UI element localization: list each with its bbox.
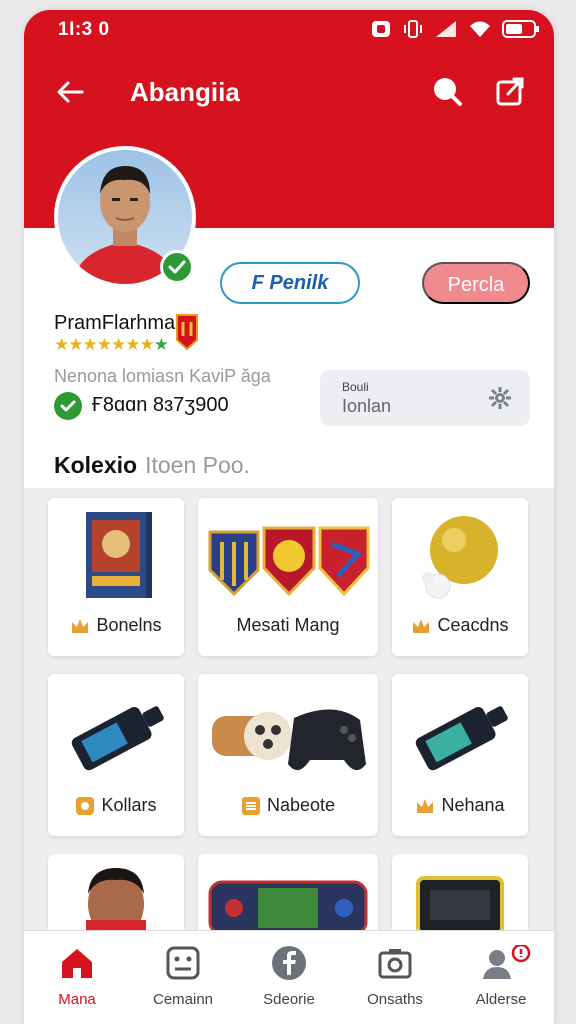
card-shields-image xyxy=(208,526,370,597)
rating-stars: ★★★★★★★★ xyxy=(54,335,169,354)
collection-card[interactable]: Kollars xyxy=(48,674,184,836)
nav-games[interactable]: Cemainn xyxy=(130,931,236,1024)
search-icon[interactable] xyxy=(430,74,464,108)
rank-badge-icon xyxy=(176,314,198,350)
facebook-icon xyxy=(272,946,306,980)
app-bar: Abangiia xyxy=(24,66,554,118)
share-icon[interactable] xyxy=(494,74,528,108)
collection-card[interactable]: Ceacdns xyxy=(392,498,528,656)
crown-icon xyxy=(413,619,430,634)
collection-card[interactable] xyxy=(198,854,378,934)
follow-button[interactable]: F Penilk xyxy=(220,262,360,304)
bottom-navigation: Mana Cemainn Sdeorie Onsaths Alderse xyxy=(24,930,554,1024)
collection-card[interactable] xyxy=(48,854,184,934)
coin-icon xyxy=(76,797,95,815)
search-label: Bouli xyxy=(342,380,369,394)
verified-badge-icon xyxy=(160,250,194,284)
phone-number: Ғ8ɑɑn 8ɜ7ʒ900 xyxy=(92,394,229,416)
app-screen: 1Ɩ:3 0 Abangiia F Penilk Percla PramFlar… xyxy=(24,10,554,1024)
nav-home[interactable]: Mana xyxy=(24,931,130,1024)
card-handheld-image xyxy=(208,880,368,934)
notification-icon xyxy=(372,21,390,37)
collection-card[interactable]: Mesati Mang xyxy=(198,498,378,656)
card-box-image xyxy=(86,512,152,598)
card-portrait-image xyxy=(86,868,146,934)
section-title: Kolexio Itoen Poo. xyxy=(54,452,250,478)
nav-profile[interactable]: Alderse xyxy=(448,931,554,1024)
vibrate-icon xyxy=(404,20,422,38)
card-console-image xyxy=(416,876,504,934)
profile-subtitle: Nenona lomiasn KaviP ăga xyxy=(54,366,271,386)
collection-card[interactable] xyxy=(392,854,528,934)
nav-camera[interactable]: Onsaths xyxy=(342,931,448,1024)
status-time: 1Ɩ:3 0 xyxy=(58,19,110,40)
list-icon xyxy=(241,797,260,815)
collection-card[interactable]: Nabeote xyxy=(198,674,378,836)
card-device-image xyxy=(71,706,164,771)
gamepad-icon xyxy=(166,946,200,980)
card-controllers-image xyxy=(212,709,366,771)
card-ball-image xyxy=(422,516,498,599)
card-device-image xyxy=(415,706,508,771)
profile-name: PramFlarhma xyxy=(54,312,176,334)
profile-icon xyxy=(483,945,531,979)
camera-icon xyxy=(378,949,412,979)
wifi-icon xyxy=(470,21,490,37)
nav-social[interactable]: Sdeorie xyxy=(236,931,342,1024)
status-bar: 1Ɩ:3 0 xyxy=(24,10,554,48)
check-icon xyxy=(54,392,82,420)
collection-card[interactable]: Bonelns xyxy=(48,498,184,656)
page-title: Abangiia xyxy=(130,77,240,107)
action-button[interactable]: Percla xyxy=(422,262,530,304)
search-field[interactable]: Bouli Ionlan xyxy=(320,370,530,426)
crown-icon xyxy=(72,619,89,634)
crown-icon xyxy=(417,799,434,814)
search-value: Ionlan xyxy=(342,396,392,416)
collection-card[interactable]: Nehana xyxy=(392,674,528,836)
back-arrow-icon[interactable] xyxy=(52,74,88,110)
battery-icon xyxy=(502,20,539,38)
gear-icon[interactable] xyxy=(488,386,512,410)
home-icon xyxy=(62,949,92,978)
signal-icon xyxy=(436,21,456,37)
